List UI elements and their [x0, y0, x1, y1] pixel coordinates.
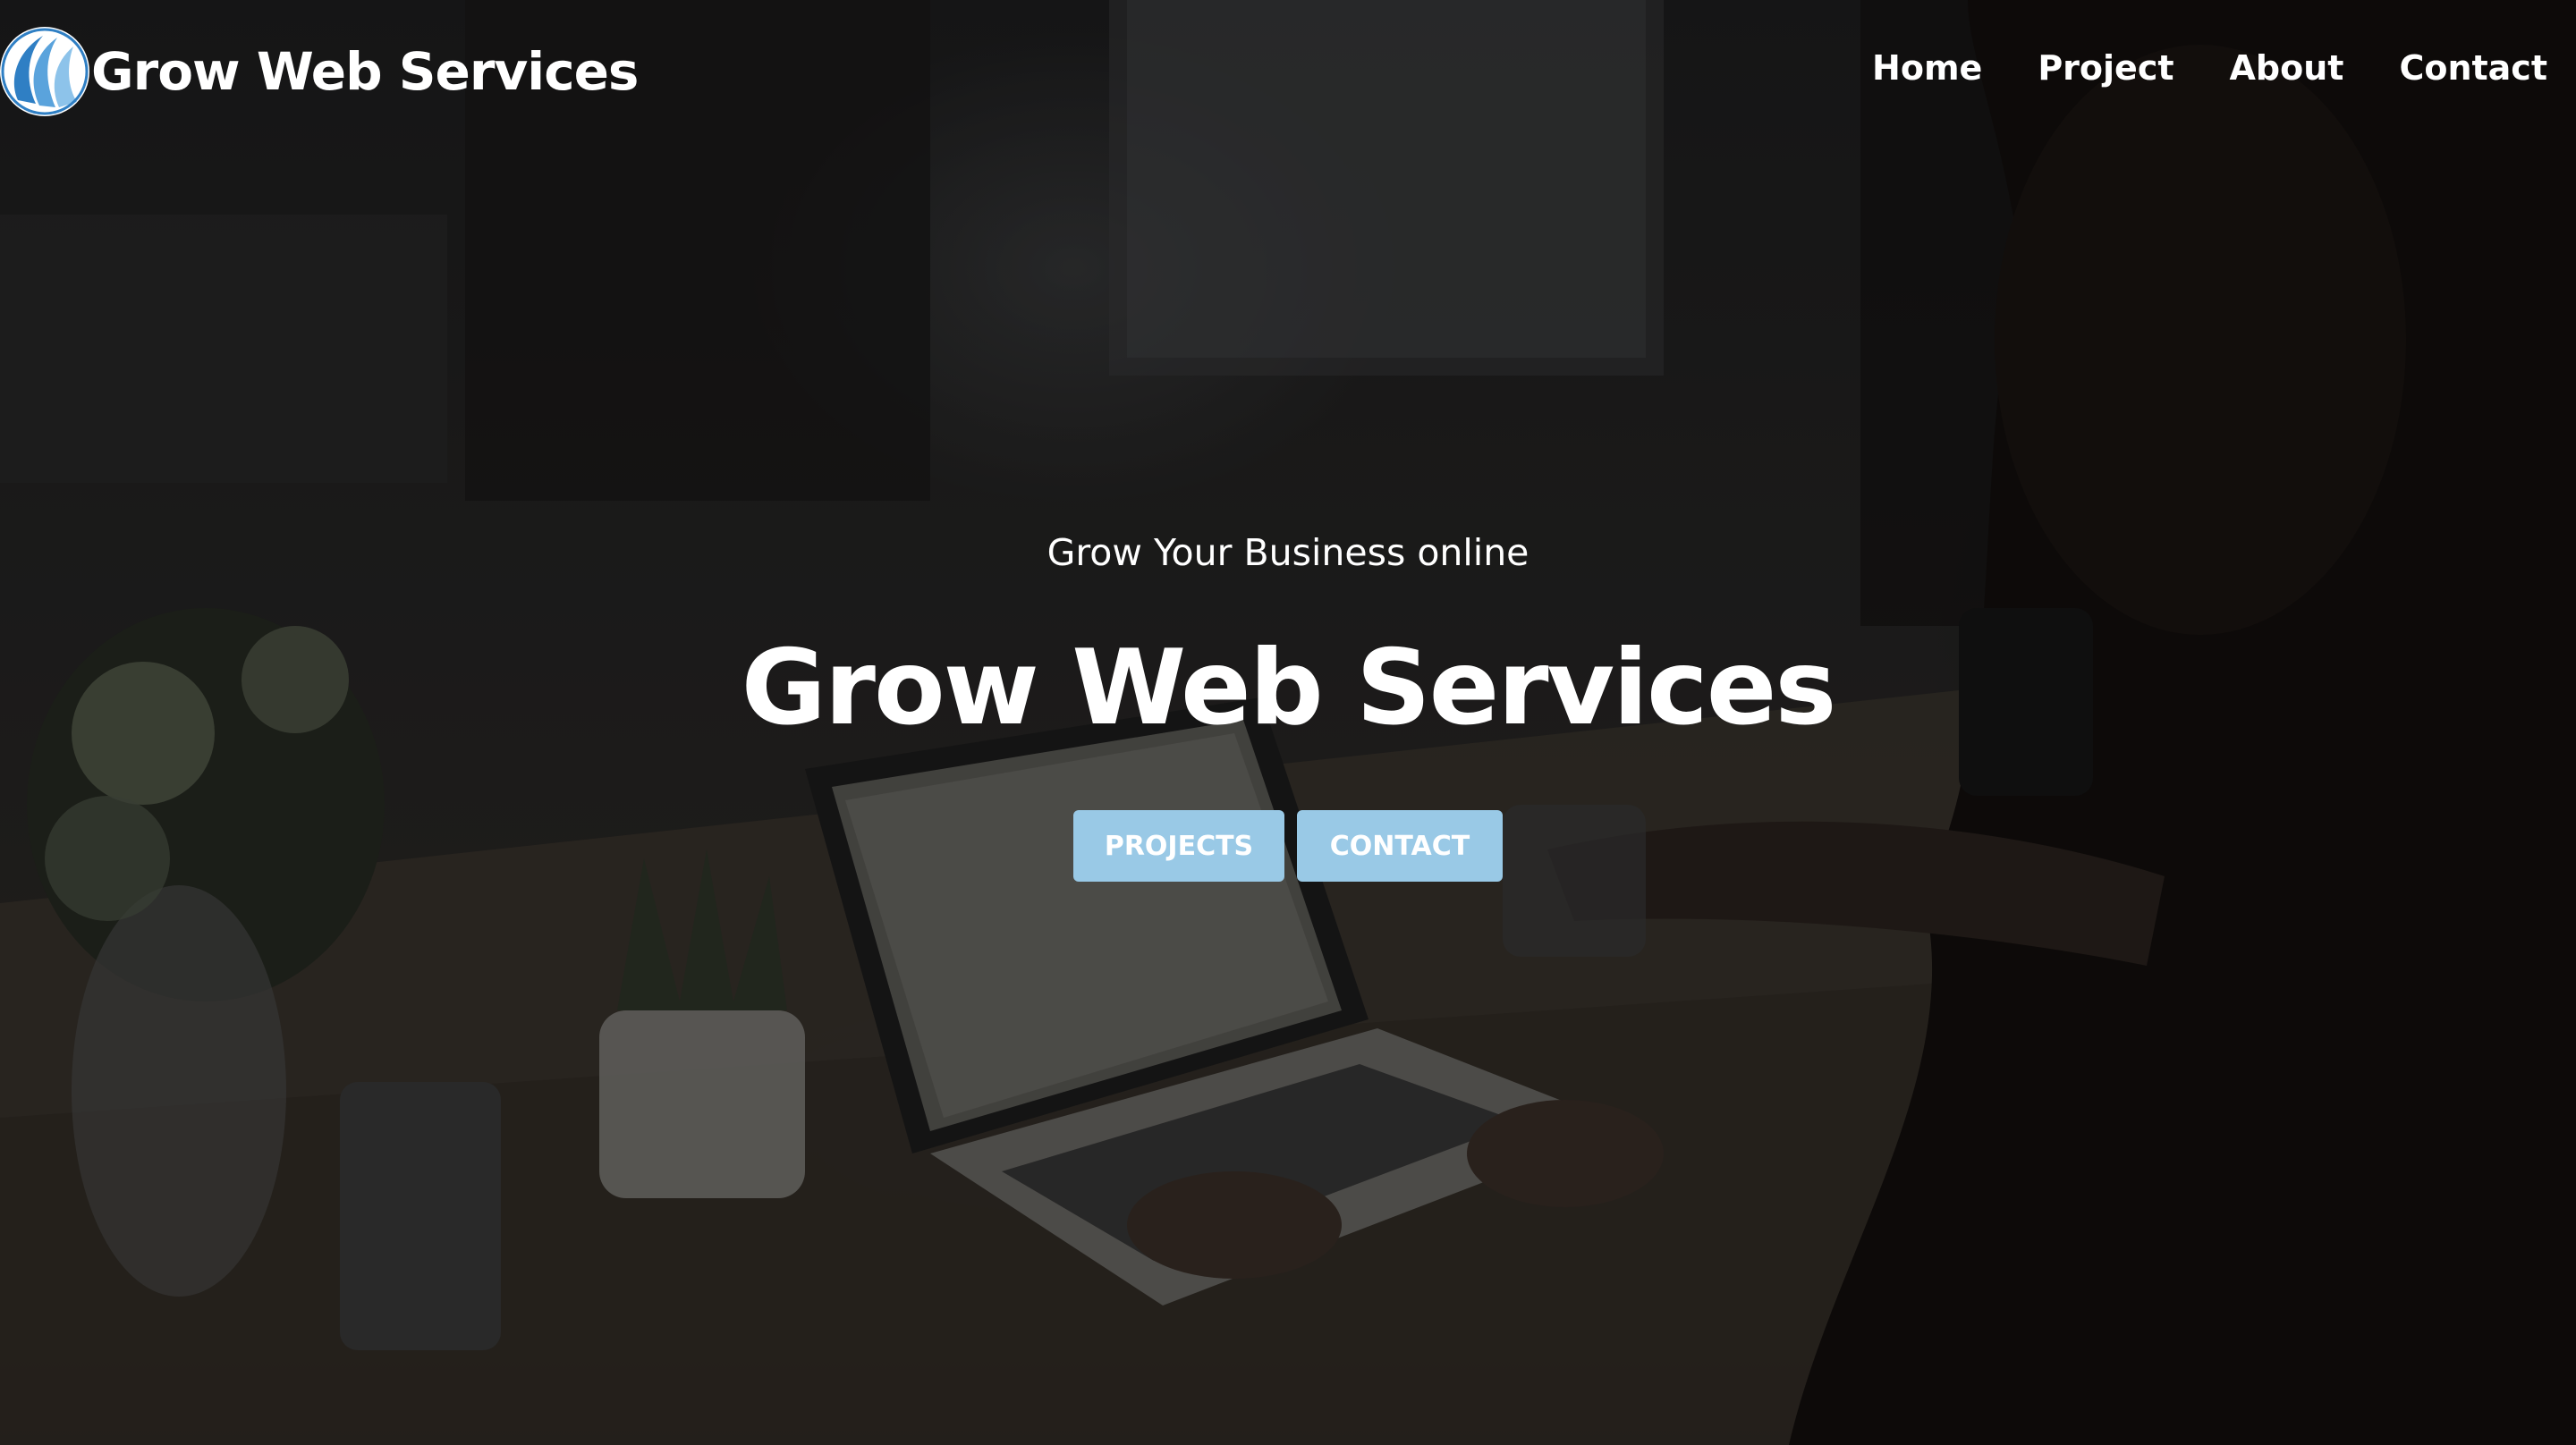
contact-button[interactable]: CONTACT: [1297, 810, 1503, 882]
brand-logo[interactable]: Grow Web Services: [0, 25, 639, 118]
projects-button[interactable]: PROJECTS: [1073, 810, 1284, 882]
hero-tagline: Grow Your Business online: [1046, 531, 1530, 574]
hero-cta-group: PROJECTS CONTACT: [0, 810, 2576, 882]
hero-content: Grow Your Business online Grow Web Servi…: [0, 524, 2576, 751]
nav-contact[interactable]: Contact: [2399, 48, 2547, 88]
nav-project[interactable]: Project: [2038, 48, 2174, 88]
nav-about[interactable]: About: [2230, 48, 2344, 88]
hero-title: Grow Web Services: [741, 628, 1837, 748]
wave-logo-icon: [0, 27, 89, 116]
main-nav: Home Project About Contact: [1872, 48, 2547, 88]
brand-name: Grow Web Services: [91, 41, 639, 102]
hero-section: Grow Web Services Home Project About Con…: [0, 0, 2576, 1445]
nav-home[interactable]: Home: [1872, 48, 1982, 88]
